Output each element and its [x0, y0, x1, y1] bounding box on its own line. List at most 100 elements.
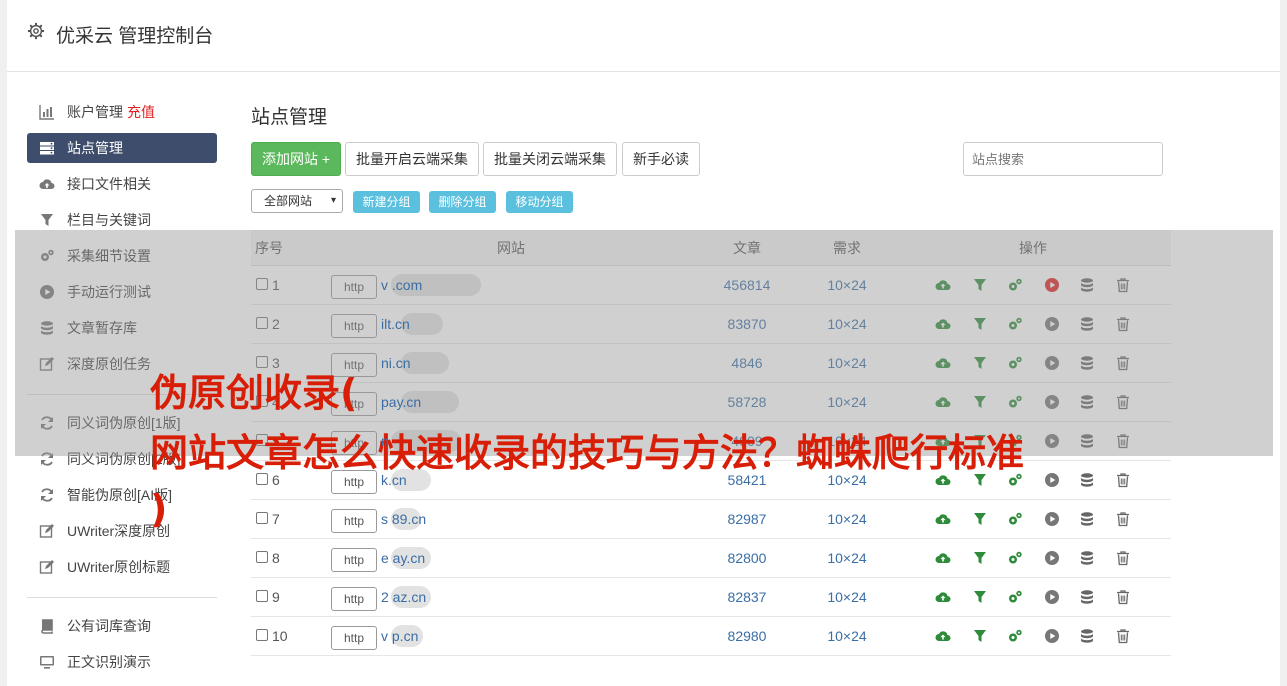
refresh-icon — [41, 488, 53, 502]
site-domain-link[interactable]: v .com — [381, 277, 422, 293]
database-icon[interactable] — [1079, 472, 1095, 488]
trash-icon[interactable] — [1115, 511, 1131, 527]
gears-icon[interactable] — [1007, 550, 1023, 566]
sidebar-item-label: UWriter原创标题 — [67, 559, 171, 575]
gears-icon[interactable] — [1007, 589, 1023, 605]
sidebar-item-uwriter-deep[interactable]: UWriter深度原创 — [27, 513, 217, 549]
site-domain-link[interactable]: e ay.cn — [381, 550, 425, 566]
article-count-link[interactable]: 82800 — [707, 550, 787, 566]
row-checkbox[interactable] — [256, 590, 268, 602]
cloud-upload-icon[interactable] — [935, 511, 951, 527]
sidebar-item-ai-rewrite[interactable]: 智能伪原创[AI版] — [27, 477, 217, 513]
sidebar-item-label: 接口文件相关 — [67, 176, 151, 192]
site-domain-link[interactable]: 2 az.cn — [381, 589, 426, 605]
site-domain-link[interactable]: n — [381, 433, 389, 449]
table-row: 9 http 2 az.cn 82837 10×24 — [251, 578, 1171, 617]
play-circle-icon[interactable] — [1044, 628, 1060, 644]
watermark-overlay — [15, 230, 1273, 456]
sidebar-item-uwriter-title[interactable]: UWriter原创标题 — [27, 549, 217, 585]
site-domain-link[interactable]: pay.cn — [381, 394, 421, 410]
row-number: 9 — [272, 589, 280, 605]
sidebar-item-label: 栏目与关键词 — [67, 212, 151, 228]
gear-icon — [27, 22, 45, 40]
demand-link[interactable]: 10×24 — [807, 550, 887, 566]
row-number: 7 — [272, 511, 280, 527]
filter-icon[interactable] — [972, 628, 988, 644]
batch-close-cloud-button[interactable]: 批量关闭云端采集 — [483, 142, 617, 176]
trash-icon[interactable] — [1115, 472, 1131, 488]
row-checkbox[interactable] — [256, 551, 268, 563]
batch-open-cloud-button[interactable]: 批量开启云端采集 — [345, 142, 479, 176]
newbie-guide-button[interactable]: 新手必读 — [622, 142, 700, 176]
play-circle-icon[interactable] — [1044, 589, 1060, 605]
new-group-button[interactable]: 新建分组 — [353, 191, 420, 213]
database-icon[interactable] — [1079, 550, 1095, 566]
trash-icon[interactable] — [1115, 628, 1131, 644]
page-title: 站点管理 — [251, 107, 328, 128]
edit-icon — [39, 524, 54, 538]
cloud-upload-icon[interactable] — [935, 589, 951, 605]
gears-icon[interactable] — [1007, 628, 1023, 644]
row-number: 8 — [272, 550, 280, 566]
filter-icon[interactable] — [972, 511, 988, 527]
group-select-value: 全部网站 — [264, 194, 313, 208]
site-domain-link[interactable]: s 89.cn — [381, 511, 426, 527]
filter-icon[interactable] — [972, 589, 988, 605]
play-circle-icon[interactable] — [1044, 472, 1060, 488]
database-icon[interactable] — [1079, 511, 1095, 527]
site-domain-link[interactable]: v p.cn — [381, 628, 418, 644]
site-domain-link[interactable]: ni.cn — [381, 355, 411, 371]
database-icon[interactable] — [1079, 628, 1095, 644]
recharge-link[interactable]: 充值 — [127, 104, 155, 120]
delete-group-button[interactable]: 删除分组 — [429, 191, 496, 213]
sidebar-item-public-dict[interactable]: 公有词库查询 — [27, 608, 217, 644]
table-row: 10 http v p.cn 82980 10×24 — [251, 617, 1171, 656]
edit-icon — [39, 560, 54, 574]
top-header: 优采云 管理控制台 — [7, 0, 1280, 72]
gears-icon[interactable] — [1007, 511, 1023, 527]
monitor-icon — [40, 656, 54, 669]
play-circle-icon[interactable] — [1044, 511, 1060, 527]
site-domain-link[interactable]: ilt.cn — [381, 316, 410, 332]
app-title: 优采云 管理控制台 — [56, 26, 214, 47]
trash-icon[interactable] — [1115, 589, 1131, 605]
demand-link[interactable]: 10×24 — [807, 628, 887, 644]
site-domain-link[interactable]: k.cn — [381, 472, 407, 488]
demand-link[interactable]: 10×24 — [807, 589, 887, 605]
protocol-badge[interactable]: http — [331, 509, 377, 533]
protocol-badge[interactable]: http — [331, 548, 377, 572]
trash-icon[interactable] — [1115, 550, 1131, 566]
sidebar-item-label: 站点管理 — [67, 140, 123, 156]
sidebar-item-text-recognition[interactable]: 正文识别演示 — [27, 644, 217, 680]
sidebar-item-interface[interactable]: 接口文件相关 — [27, 166, 217, 202]
cloud-upload-icon[interactable] — [935, 628, 951, 644]
filter-icon[interactable] — [972, 550, 988, 566]
book-icon — [41, 619, 53, 634]
row-checkbox[interactable] — [256, 512, 268, 524]
sidebar-item-label: 账户管理 — [67, 104, 123, 120]
protocol-badge[interactable]: http — [331, 626, 377, 650]
sidebar-item-sites[interactable]: 站点管理 — [27, 133, 217, 163]
main-content: 站点管理 添加网站 + 批量开启云端采集 批量关闭云端采集 新手必读 全部网站 … — [251, 102, 1171, 656]
sidebar-item-label: 公有词库查询 — [67, 618, 151, 634]
protocol-badge[interactable]: http — [331, 587, 377, 611]
add-site-button[interactable]: 添加网站 + — [251, 142, 341, 176]
article-count-link[interactable]: 82837 — [707, 589, 787, 605]
play-circle-icon[interactable] — [1044, 550, 1060, 566]
group-select[interactable]: 全部网站 ▾ — [251, 189, 343, 213]
site-search-input[interactable] — [963, 142, 1163, 176]
filter-icon — [41, 214, 53, 226]
move-group-button[interactable]: 移动分组 — [506, 191, 573, 213]
article-count-link[interactable]: 82987 — [707, 511, 787, 527]
cloud-upload-icon[interactable] — [935, 550, 951, 566]
row-number: 10 — [272, 628, 288, 644]
watermark-line-1: 伪原创收录( — [150, 371, 358, 415]
row-checkbox[interactable] — [256, 629, 268, 641]
table-row: 7 http s 89.cn 82987 10×24 — [251, 500, 1171, 539]
database-icon[interactable] — [1079, 589, 1095, 605]
server-icon — [40, 142, 54, 155]
demand-link[interactable]: 10×24 — [807, 511, 887, 527]
article-count-link[interactable]: 82980 — [707, 628, 787, 644]
sidebar-item-label: 正文识别演示 — [67, 654, 151, 670]
sidebar-item-account[interactable]: 账户管理 充值 — [27, 94, 217, 130]
